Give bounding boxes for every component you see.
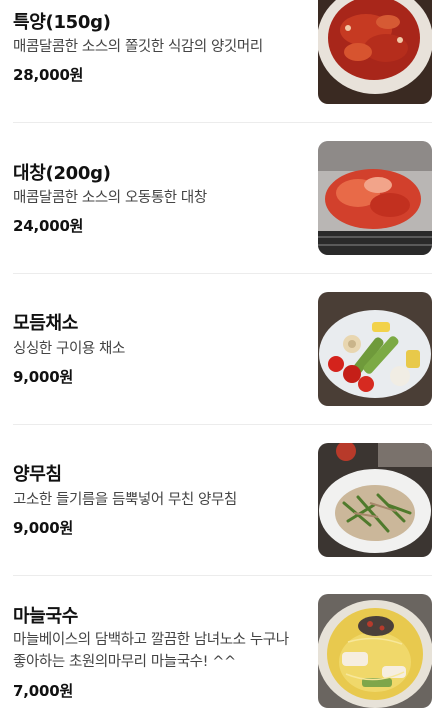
menu-item-description: 매콤달콤한 소스의 쫄깃한 식감의 양깃머리 <box>13 39 263 55</box>
menu-item-description: 매콤달콤한 소스의 오동통한 대창 <box>13 190 207 206</box>
menu-item-tripe[interactable]: 특양(150g) 매콤달콤한 소스의 쫄깃한 식감의 양깃머리 28,000원 <box>0 0 448 124</box>
menu-item-name: 모듬채소 <box>13 313 79 334</box>
menu-list: 특양(150g) 매콤달콤한 소스의 쫄깃한 식감의 양깃머리 28,000원 … <box>0 0 448 708</box>
menu-item-name: 마늘국수 <box>13 606 79 627</box>
menu-item-intestine[interactable]: 대창(200g) 매콤달콤한 소스의 오동통한 대창 24,000원 <box>0 124 448 274</box>
grilled-vegetables-photo <box>318 292 432 406</box>
spicy-tripe-photo <box>318 0 432 104</box>
menu-item-price: 24,000원 <box>13 217 84 235</box>
tripe-salad-photo <box>318 443 432 557</box>
menu-item-name: 대창(200g) <box>13 163 111 184</box>
menu-item-tripe-salad[interactable]: 양무침 고소한 들기름을 듬뿍넣어 무친 양무침 9,000원 <box>0 425 448 575</box>
menu-item-vegetables[interactable]: 모듬채소 싱싱한 구이용 채소 9,000원 <box>0 274 448 424</box>
garlic-noodle-photo <box>318 594 432 708</box>
menu-item-description: 싱싱한 구이용 채소 <box>13 341 125 357</box>
divider <box>13 122 432 123</box>
menu-item-price: 7,000원 <box>13 682 74 700</box>
menu-item-price: 9,000원 <box>13 519 74 537</box>
menu-item-price: 9,000원 <box>13 368 74 386</box>
spicy-intestine-photo <box>318 141 432 255</box>
menu-item-description: 고소한 들기름을 듬뿍넣어 무친 양무침 <box>13 492 237 508</box>
menu-item-garlic-noodle[interactable]: 마늘국수 마늘베이스의 담백하고 깔끔한 남녀노소 누구나 좋아하는 초원의마무… <box>0 576 448 708</box>
menu-item-description: 마늘베이스의 담백하고 깔끔한 남녀노소 누구나 좋아하는 초원의마무리 마늘국… <box>13 632 289 670</box>
menu-item-name: 양무침 <box>13 464 62 485</box>
menu-item-name: 특양(150g) <box>13 12 111 33</box>
menu-item-price: 28,000원 <box>13 66 84 84</box>
